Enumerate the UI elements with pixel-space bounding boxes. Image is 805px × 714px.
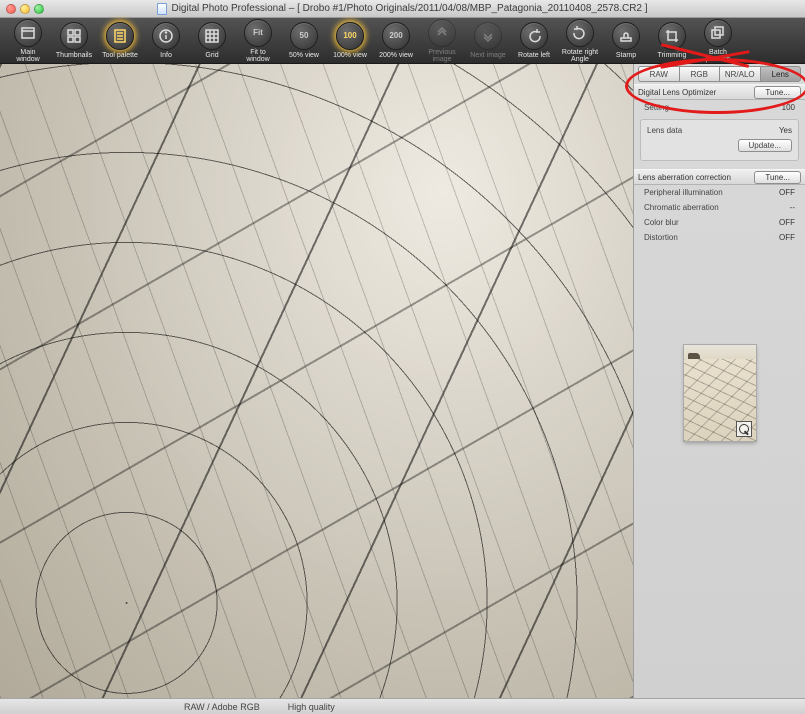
tab-nralo[interactable]: NR/ALO	[719, 66, 760, 82]
100-view-icon: 100	[336, 22, 364, 50]
dlo-setting-value: 100	[782, 103, 795, 112]
rotate-right-icon	[566, 19, 594, 47]
dlo-setting-label: Setting	[644, 103, 669, 112]
minimize-window-button[interactable]	[20, 4, 30, 14]
toolbar-label: 200% view	[379, 52, 413, 59]
tab-rgb[interactable]: RGB	[679, 66, 720, 82]
next-image-icon	[474, 22, 502, 50]
toolbar-batch[interactable]: Batch process	[698, 19, 738, 63]
lac-row-value: OFF	[779, 233, 795, 242]
trimming-icon	[658, 22, 686, 50]
50-view-icon: 50	[290, 22, 318, 50]
image-viewer[interactable]	[0, 64, 633, 698]
lac-row-label: Color blur	[644, 218, 679, 227]
batch-icon	[704, 19, 732, 47]
rotate-left-icon	[520, 22, 548, 50]
toolbar-label: 100% view	[333, 52, 367, 59]
lac-row-value: --	[790, 203, 795, 212]
toolbar-label: 50% view	[289, 52, 319, 59]
toolbar-label: Tool palette	[102, 52, 138, 59]
status-bar: RAW / Adobe RGB High quality	[0, 698, 805, 714]
lac-header: Lens aberration correction Tune...	[634, 169, 805, 185]
toolbar-label: Main window	[8, 49, 48, 63]
lac-row-value: OFF	[779, 218, 795, 227]
lens-data-block: Lens data Yes Update...	[640, 119, 799, 161]
toolbar-100-view[interactable]: 100 100% view	[330, 22, 370, 59]
traffic-lights	[6, 4, 44, 14]
lens-data-label: Lens data	[647, 126, 682, 135]
info-icon	[152, 22, 180, 50]
status-quality: High quality	[274, 702, 349, 712]
navigator-area	[634, 245, 805, 698]
stamp-icon	[612, 22, 640, 50]
navigator-zoom-rect-icon	[736, 421, 752, 437]
lac-row: Color blur OFF	[634, 215, 805, 230]
toolbar-rotate-left[interactable]: Rotate left	[514, 22, 554, 59]
window-title: Digital Photo Professional – [ Drobo #1/…	[171, 3, 647, 14]
toolbar-label: Previous image	[422, 49, 462, 63]
dlo-setting-row: Setting 100	[634, 100, 805, 115]
main-toolbar: Main window Thumbnails Tool palette Info Gri…	[0, 18, 805, 64]
prev-image-icon	[428, 19, 456, 47]
lac-row: Peripheral illumination OFF	[634, 185, 805, 200]
toolbar-prev-image: Previous image	[422, 19, 462, 63]
main-window-icon	[14, 19, 42, 47]
lac-row-value: OFF	[779, 188, 795, 197]
navigator-thumbnail[interactable]	[684, 345, 756, 441]
document-icon	[157, 3, 167, 15]
lac-row: Distortion OFF	[634, 230, 805, 245]
close-window-button[interactable]	[6, 4, 16, 14]
lens-data-value: Yes	[779, 126, 792, 135]
toolbar-stamp[interactable]: Stamp	[606, 22, 646, 59]
tab-raw[interactable]: RAW	[638, 66, 679, 82]
toolbar-thumbnails[interactable]: Thumbnails	[54, 22, 94, 59]
toolbar-label: Stamp	[616, 52, 636, 59]
toolbar-label: Fit to window	[238, 49, 278, 63]
toolbar-main-window[interactable]: Main window	[8, 19, 48, 63]
grid-icon	[198, 22, 226, 50]
toolbar-grid[interactable]: Grid	[192, 22, 232, 59]
toolbar-label: Info	[160, 52, 172, 59]
toolbar-fit-window[interactable]: Fit Fit to window	[238, 19, 278, 63]
toolbar-label: Trimming	[658, 52, 687, 59]
dlo-title: Digital Lens Optimizer	[638, 88, 716, 97]
lens-data-update-button[interactable]: Update...	[738, 139, 792, 152]
toolbar-next-image: Next image	[468, 22, 508, 59]
tool-palette-panel: RAWRGBNR/ALOLens Digital Lens Optimizer …	[633, 64, 805, 698]
lac-tune-button[interactable]: Tune...	[754, 171, 801, 184]
dlo-header: Digital Lens Optimizer Tune...	[634, 84, 805, 100]
palette-tabs: RAWRGBNR/ALOLens	[638, 66, 801, 82]
tab-lens[interactable]: Lens	[760, 66, 802, 82]
toolbar-tool-palette[interactable]: Tool palette	[100, 22, 140, 59]
toolbar-label: Thumbnails	[56, 52, 92, 59]
fit-window-icon: Fit	[244, 19, 272, 47]
toolbar-50-view[interactable]: 50 50% view	[284, 22, 324, 59]
tool-palette-icon	[106, 22, 134, 50]
lac-title: Lens aberration correction	[638, 173, 731, 182]
zoom-window-button[interactable]	[34, 4, 44, 14]
dlo-tune-button[interactable]: Tune...	[754, 86, 801, 99]
photo-cracked-mud	[0, 64, 633, 698]
toolbar-label: Grid	[205, 52, 218, 59]
toolbar-info[interactable]: Info	[146, 22, 186, 59]
lac-row: Chromatic aberration --	[634, 200, 805, 215]
toolbar-trimming[interactable]: Trimming	[652, 22, 692, 59]
thumbnails-icon	[60, 22, 88, 50]
toolbar-rotate-right[interactable]: Rotate right Angle	[560, 19, 600, 63]
main-area: RAWRGBNR/ALOLens Digital Lens Optimizer …	[0, 64, 805, 698]
toolbar-200-view[interactable]: 200 200% view	[376, 22, 416, 59]
toolbar-label: Rotate right Angle	[560, 49, 600, 63]
status-colorspace: RAW / Adobe RGB	[170, 702, 274, 712]
lac-row-label: Peripheral illumination	[644, 188, 723, 197]
toolbar-label: Next image	[470, 52, 505, 59]
200-view-icon: 200	[382, 22, 410, 50]
lac-row-label: Chromatic aberration	[644, 203, 719, 212]
toolbar-label: Rotate left	[518, 52, 550, 59]
toolbar-label: Batch process	[698, 49, 738, 63]
lac-row-label: Distortion	[644, 233, 678, 242]
window-titlebar: Digital Photo Professional – [ Drobo #1/…	[0, 0, 805, 18]
